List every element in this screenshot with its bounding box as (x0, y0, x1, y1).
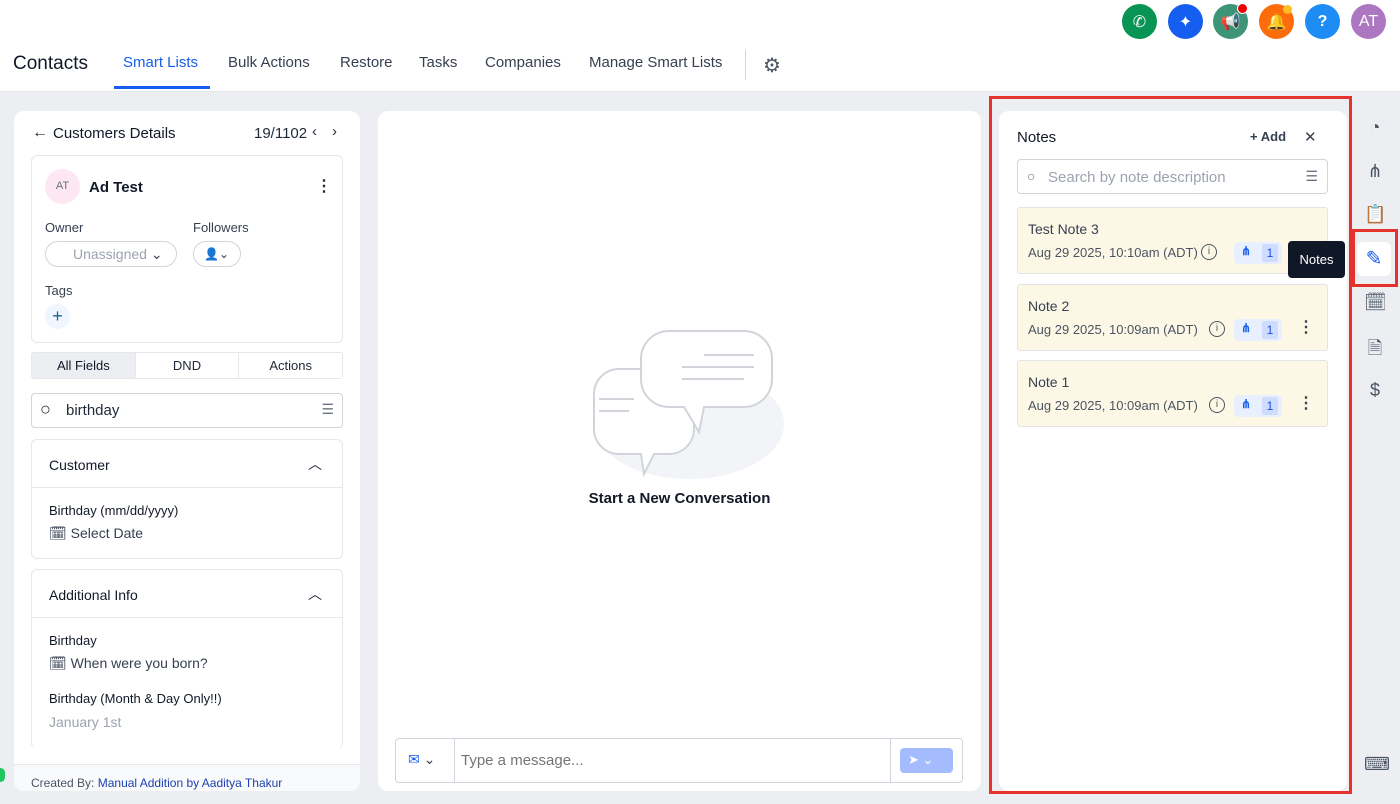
contact-avatar: AT (45, 169, 80, 204)
highlight-box (989, 96, 1352, 794)
contact-details-panel: ← Customers Details 19/1102 ‹ › AT Ad Te… (14, 111, 360, 791)
add-tag-button[interactable]: + (45, 304, 70, 329)
active-tab-indicator (114, 86, 210, 89)
divider (745, 50, 746, 80)
divider (32, 487, 342, 488)
chevron-up-icon[interactable]: ︿ (308, 584, 322, 604)
phone-icon[interactable]: ✆ (1122, 4, 1157, 39)
tab-smart-lists[interactable]: Smart Lists (123, 54, 198, 71)
next-icon[interactable]: › (332, 123, 337, 140)
top-header: ✆ ✦ 📢 🔔 ? AT Contacts Smart Lists Bulk A… (0, 0, 1400, 92)
search-value: birthday (66, 402, 120, 419)
owner-select[interactable]: Unassigned ⌄ (45, 241, 177, 267)
calendar-icon[interactable]: 🗓 (1364, 292, 1387, 313)
tasks-icon[interactable]: 📋 (1364, 204, 1386, 225)
followers-label: Followers (193, 220, 249, 235)
tooltip: Notes (1288, 241, 1345, 278)
tab-manage-smart-lists[interactable]: Manage Smart Lists (589, 54, 722, 71)
status-indicator (0, 768, 5, 782)
field-tabs: All Fields DND Actions (31, 352, 343, 379)
ai-sparkle-icon[interactable]: ✦ (1168, 4, 1203, 39)
date-field[interactable]: 🗓 Select Date (49, 525, 143, 542)
tab-actions[interactable]: Actions (238, 353, 342, 378)
back-arrow-icon[interactable]: ← (32, 124, 48, 142)
tab-bulk-actions[interactable]: Bulk Actions (228, 54, 310, 71)
text-field[interactable]: 🗓 When were you born? (49, 655, 208, 672)
tab-dnd[interactable]: DND (134, 353, 239, 378)
divider (32, 617, 342, 618)
record-pager: 19/1102 (254, 125, 308, 142)
empty-state-title: Start a New Conversation (588, 490, 771, 507)
section-title: Additional Info (49, 587, 138, 603)
field-search-input[interactable]: ○ birthday ☰ (31, 393, 343, 428)
payments-dollar-icon[interactable]: $ (1364, 380, 1386, 401)
tab-all-fields[interactable]: All Fields (32, 353, 135, 378)
notification-dot (1283, 5, 1292, 14)
search-icon: ○ (40, 399, 51, 419)
field-label: Birthday (mm/dd/yyyy) (49, 503, 179, 518)
more-icon[interactable]: ⋮ (316, 176, 332, 196)
divider (890, 739, 891, 782)
field-value[interactable]: January 1st (49, 714, 121, 730)
field-label: Birthday (49, 633, 97, 648)
conversation-panel: Start a New Conversation ✉ ⌄ ➤ ⌄ (378, 111, 981, 791)
created-by-link[interactable]: Manual Addition by Aaditya Thakur (98, 776, 283, 790)
keyboard-icon[interactable]: ⌨ (1364, 754, 1390, 775)
contact-card: AT Ad Test ⋮ Owner Unassigned ⌄ Follower… (31, 155, 343, 343)
panel-title: Customers Details (53, 125, 176, 142)
field-value: When were you born? (70, 655, 208, 671)
help-icon[interactable]: ? (1305, 4, 1340, 39)
section-title: Customer (49, 457, 110, 473)
field-value: Select Date (70, 525, 144, 541)
activity-icon[interactable]: ◔ (1364, 117, 1386, 138)
notification-dot (1237, 3, 1248, 14)
created-by-label: Created By: (31, 776, 95, 790)
owner-label: Owner (45, 220, 84, 235)
filter-icon[interactable]: ☰ (321, 401, 334, 418)
tab-companies[interactable]: Companies (485, 54, 561, 71)
message-composer: ✉ ⌄ ➤ ⌄ (395, 738, 963, 783)
gear-icon[interactable]: ⚙ (763, 53, 781, 78)
message-input[interactable] (456, 739, 889, 782)
tab-tasks[interactable]: Tasks (419, 54, 457, 71)
contact-name: Ad Test (89, 179, 143, 196)
user-avatar[interactable]: AT (1351, 4, 1386, 39)
owner-value: Unassigned (73, 246, 147, 262)
chat-bubbles-illustration (593, 330, 784, 479)
page-title: Contacts (13, 53, 88, 74)
section-additional-info: Additional Info ︿ Birthday 🗓 When were y… (31, 569, 343, 749)
followers-select[interactable]: 👤⌄ (193, 241, 241, 267)
send-button[interactable]: ➤ ⌄ (900, 748, 953, 773)
created-by: Created By: Manual Addition by Aaditya T… (14, 764, 360, 791)
section-customer: Customer ︿ Birthday (mm/dd/yyyy) 🗓 Selec… (31, 439, 343, 559)
channel-select[interactable]: ✉ ⌄ (396, 739, 455, 782)
field-label: Birthday (Month & Day Only!!) (49, 691, 222, 706)
prev-icon[interactable]: ‹ (312, 123, 317, 140)
workflow-icon[interactable]: ⋔ (1364, 161, 1386, 182)
tab-restore[interactable]: Restore (340, 54, 393, 71)
highlight-box (1352, 229, 1398, 287)
tags-label: Tags (45, 283, 73, 298)
document-icon[interactable]: 🗎 (1364, 336, 1386, 366)
chevron-up-icon[interactable]: ︿ (308, 454, 322, 474)
